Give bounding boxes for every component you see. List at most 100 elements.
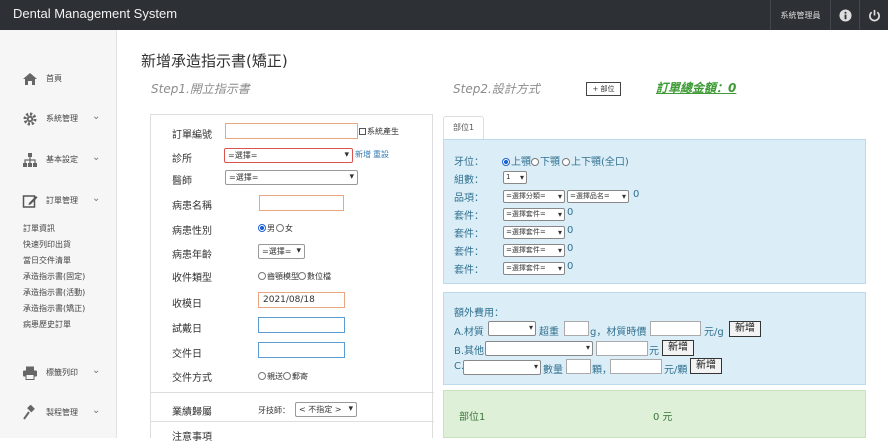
radio-icon [298,272,306,280]
quantity-label: 數量 [543,365,563,376]
part-summary: 部位1 0 元 [443,390,866,438]
delivery-date-label: 交件日 [172,349,202,360]
chevron-down-icon: ⌄ [92,365,101,376]
sitemap-icon [22,152,38,168]
set-price: 0 [567,225,574,236]
sidebar-subitem[interactable]: 訂單資訊 [23,223,55,234]
overweight-input[interactable] [564,321,589,336]
receive-digital-radio[interactable]: 數位檔 [298,271,331,282]
extra-fee-panel: 額外費用： A.材質 超重 g，材質時價 元/g 新增 B.其他 元 新增 C.… [443,292,866,385]
sidebar-item-label: 標籤列印 [46,368,78,377]
sidebar-subitem[interactable]: 承造指示書(矯正) [23,303,85,314]
other-amount-input[interactable] [596,341,648,356]
chevron-down-icon: ⌄ [92,405,101,416]
order-form: 訂單編號 系統產生 診所 =選擇= 新增 重設 醫師 =選擇= 病患名稱 病患性… [150,114,434,443]
sidebar-item-basic[interactable]: 基本設定 ⌄ [0,149,117,171]
app-title[interactable]: Dental Management System [13,6,177,21]
sidebar-item-process[interactable]: 製程管理 ⌄ [0,402,117,424]
patient-name-label: 病患名稱 [172,201,212,212]
add-part-button[interactable]: + 部位 [586,82,621,96]
technician-label: 牙技師： [258,406,290,415]
user-menu-button[interactable]: 系統管理員 [770,0,830,30]
full-jaw-radio[interactable]: 上下顎(全口) [562,153,629,168]
other-label: B.其他 [454,346,485,357]
radio-label: 齒顎模型 [267,272,299,281]
technician-select[interactable]: < 不指定 > [295,402,357,417]
step2-heading: Step2.設計方式 [453,82,540,96]
set-label: 套件： [454,229,484,240]
material-label: A.材質 [454,327,484,338]
radio-icon [258,272,266,280]
radio-label: 上顎 [511,157,531,168]
radio-icon [276,224,284,232]
set-price: 0 [567,243,574,254]
c-add-button[interactable]: 新增 [690,358,722,374]
sidebar-item-orders[interactable]: 訂單管理 ⌄ [0,190,117,212]
material-price-label: g，材質時價 [590,327,647,338]
set-select[interactable]: =選擇套件= [503,244,565,257]
radio-label: 數位檔 [307,272,331,281]
business-label: 業績歸屬 [172,407,212,418]
receive-date-input[interactable]: 2021/08/18 [258,292,345,308]
radio-icon [562,158,570,166]
tab-part1[interactable]: 部位1 [443,116,484,139]
other-unit-label: 元 [649,346,659,357]
step1-heading: Step1.開立指示書 [151,82,250,96]
top-navbar: Dental Management System 系統管理員 [0,0,888,30]
receive-model-radio[interactable]: 齒顎模型 [258,271,299,282]
lower-jaw-radio[interactable]: 下顎 [531,153,560,168]
group-count-select[interactable]: 1 [503,171,527,184]
c-price-input[interactable] [610,359,662,374]
delivery-date-input[interactable] [258,342,345,358]
sidebar-subitem[interactable]: 病患歷史訂單 [23,319,71,330]
clinic-reset-link[interactable]: 重設 [373,149,389,160]
clinic-select[interactable]: =選擇= [224,148,353,163]
page-title: 新增承造指示書(矯正) [141,52,288,70]
sidebar-item-label-print[interactable]: 標籤列印 ⌄ [0,362,117,384]
sidebar-item-system[interactable]: 系統管理 ⌄ [0,108,117,130]
c-select[interactable] [463,360,541,375]
delivery-hand-radio[interactable]: 親送 [258,371,283,382]
patient-gender-label: 病患性別 [172,226,212,237]
set-select[interactable]: =選擇套件= [503,208,565,221]
other-add-button[interactable]: 新增 [662,340,694,356]
other-select[interactable] [485,341,593,356]
design-panel: 牙位： 上顎 下顎 上下顎(全口) 組數： 1 品項： =選擇分類= =選擇品名… [443,139,866,284]
material-add-button[interactable]: 新增 [729,321,761,337]
quantity-input[interactable] [566,359,591,374]
sidebar: 首頁 系統管理 ⌄ 基本設定 ⌄ 訂單管理 ⌄ 訂單資訊 快速列印出貨 當日交件… [0,30,117,438]
clinic-label: 診所 [172,154,192,165]
clinic-add-link[interactable]: 新增 [355,149,371,160]
patient-name-input[interactable] [259,195,344,211]
doctor-select[interactable]: =選擇= [225,170,358,185]
sidebar-subitem[interactable]: 承造指示書(活動) [23,287,85,298]
set-select[interactable]: =選擇套件= [503,262,565,275]
power-icon[interactable] [859,0,888,30]
auto-generate-checkbox[interactable]: 系統產生 [359,126,399,137]
item-category-select[interactable]: =選擇分類= [503,190,565,203]
set-select[interactable]: =選擇套件= [503,226,565,239]
radio-icon [531,158,539,166]
patient-age-select[interactable]: =選擇= [258,244,305,259]
gender-female-radio[interactable]: 女 [276,223,293,234]
item-label: 品項： [454,193,484,204]
edit-icon [22,193,38,209]
item-name-select[interactable]: =選擇品名= [567,190,629,203]
try-date-input[interactable] [258,317,345,333]
sidebar-subitem[interactable]: 快速列印出貨 [23,239,71,250]
extra-fee-title: 額外費用： [454,308,504,319]
c-unit-label: 元/顆 [664,365,688,376]
material-price-input[interactable] [650,321,701,336]
sidebar-subitem[interactable]: 承造指示書(固定) [23,271,85,282]
delivery-mail-radio[interactable]: 郵寄 [283,371,308,382]
chevron-down-icon: ⌄ [92,193,101,204]
sidebar-item-home[interactable]: 首頁 [0,68,117,90]
set-price: 0 [567,207,574,218]
material-select[interactable] [488,321,536,336]
upper-jaw-radio[interactable]: 上顎 [502,153,531,168]
sidebar-item-label: 基本設定 [46,155,78,164]
info-icon[interactable] [830,0,859,30]
order-no-input[interactable] [225,123,358,139]
sidebar-subitem[interactable]: 當日交件清單 [23,255,71,266]
gender-male-radio[interactable]: 男 [258,223,275,234]
